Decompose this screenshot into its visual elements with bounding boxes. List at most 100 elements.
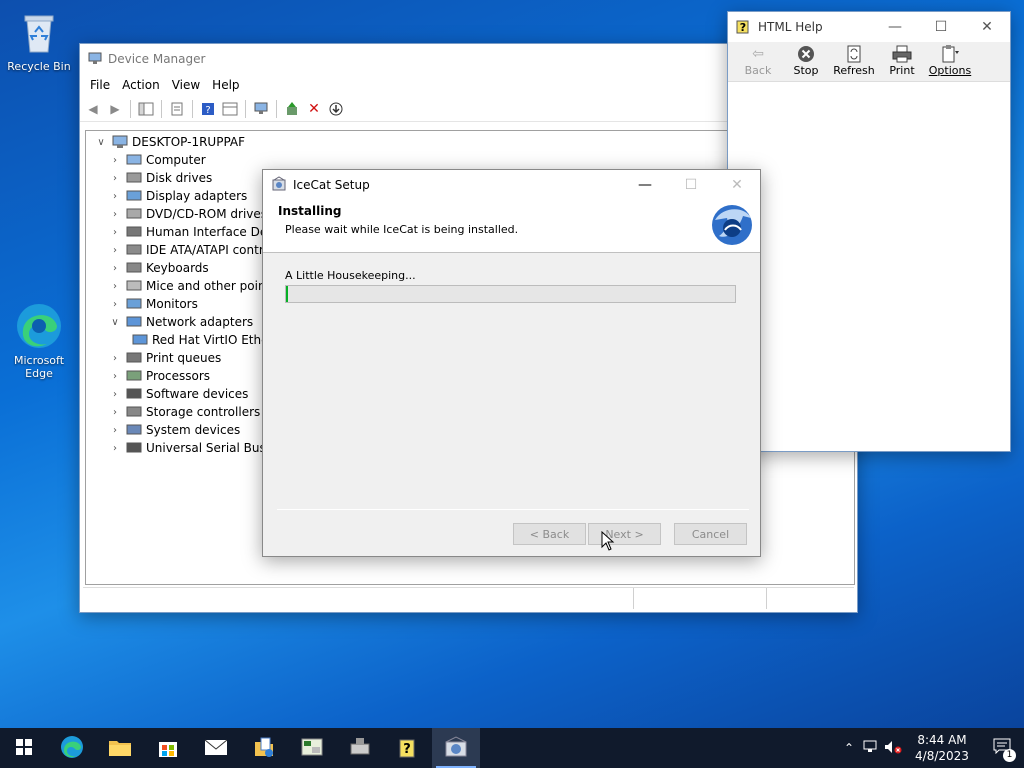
install-status-text: A Little Housekeeping... — [285, 269, 416, 282]
html-help-titlebar[interactable]: ? HTML Help — ☐ ✕ — [728, 12, 1010, 42]
edge-desktop-icon[interactable]: Microsoft Edge — [4, 302, 74, 380]
taskbar-file-manager[interactable] — [240, 728, 288, 768]
expand-chevron-icon[interactable]: › — [108, 353, 122, 364]
back-arrow-icon: ⇦ — [752, 46, 764, 62]
forward-arrow-icon[interactable]: ▶ — [106, 100, 124, 118]
expand-chevron-icon[interactable]: › — [108, 155, 122, 166]
expand-chevron-icon[interactable]: › — [108, 245, 122, 256]
setup-titlebar[interactable]: IceCat Setup — ☐ ✕ — [263, 170, 760, 200]
expand-chevron-icon[interactable]: › — [108, 389, 122, 400]
icecat-setup-dialog: IceCat Setup — ☐ ✕ Installing Please wai… — [262, 169, 761, 557]
tree-item-label: DVD/CD-ROM drives — [146, 207, 268, 221]
device-category-icon — [126, 297, 142, 311]
expand-chevron-icon[interactable]: › — [108, 443, 122, 454]
tree-item-label: Human Interface Devi — [146, 225, 278, 239]
show-hide-console-tree-icon[interactable] — [137, 100, 155, 118]
printer-icon — [878, 44, 926, 64]
taskbar-store[interactable] — [144, 728, 192, 768]
close-button[interactable]: ✕ — [964, 12, 1010, 42]
taskbar-device-manager[interactable] — [288, 728, 336, 768]
computer-root-icon — [112, 135, 128, 149]
maximize-button[interactable]: ☐ — [918, 12, 964, 42]
minimize-button[interactable]: — — [872, 12, 918, 42]
device-category-icon — [126, 351, 142, 365]
help-stop-label: Stop — [793, 64, 819, 77]
device-category-icon — [126, 315, 142, 329]
expand-chevron-icon[interactable]: › — [108, 209, 122, 220]
back-button[interactable]: < Back — [513, 523, 586, 545]
minimize-button[interactable]: — — [622, 170, 668, 200]
menu-help[interactable]: Help — [206, 78, 245, 92]
update-driver-icon[interactable] — [283, 100, 301, 118]
help-back-button[interactable]: ⇦ Back — [734, 42, 782, 77]
start-button[interactable] — [0, 728, 48, 768]
button-separator — [277, 509, 749, 510]
expand-chevron-icon[interactable]: › — [108, 425, 122, 436]
help-icon[interactable]: ? — [199, 100, 217, 118]
expand-chevron-icon[interactable]: › — [108, 263, 122, 274]
taskbar-clock[interactable]: 8:44 AM 4/8/2023 — [904, 732, 980, 764]
network-icon[interactable] — [860, 740, 882, 757]
chevron-up-icon[interactable]: ⌃ — [838, 741, 860, 755]
menu-action[interactable]: Action — [116, 78, 166, 92]
device-category-icon — [126, 423, 142, 437]
taskbar-icecat-setup[interactable] — [432, 728, 480, 768]
expand-chevron-icon[interactable]: › — [108, 371, 122, 382]
expand-chevron-icon[interactable]: › — [108, 227, 122, 238]
properties-icon[interactable] — [168, 100, 186, 118]
folder-icon — [108, 737, 132, 760]
options-icon — [926, 44, 974, 64]
action-pane-icon[interactable] — [221, 100, 239, 118]
install-progress-bar — [285, 285, 736, 303]
tree-item-label: Print queues — [146, 351, 222, 365]
recycle-bin-icon — [15, 8, 63, 56]
status-cell — [767, 588, 854, 609]
toolbar-separator — [130, 99, 131, 118]
tree-item-label: Mice and other pointi — [146, 279, 274, 293]
enable-device-icon[interactable] — [327, 100, 345, 118]
tree-root-label: DESKTOP-1RUPPAF — [132, 135, 246, 149]
back-arrow-icon[interactable]: ◀ — [84, 100, 102, 118]
help-stop-button[interactable]: Stop — [782, 42, 830, 77]
notification-center-button[interactable]: 1 — [980, 738, 1024, 762]
device-category-icon — [126, 153, 142, 167]
document-folder-icon — [253, 736, 275, 761]
uninstall-device-icon[interactable]: ✕ — [305, 100, 323, 118]
expand-chevron-icon[interactable]: › — [108, 299, 122, 310]
device-category-icon — [126, 279, 142, 293]
recycle-bin-desktop-icon[interactable]: Recycle Bin — [4, 8, 74, 73]
taskbar-hardware[interactable] — [336, 728, 384, 768]
expand-chevron-icon[interactable]: › — [108, 281, 122, 292]
taskbar-mail[interactable] — [192, 728, 240, 768]
next-button[interactable]: Next > — [588, 523, 661, 545]
expand-chevron-icon[interactable]: › — [108, 191, 122, 202]
hardware-icon — [348, 736, 372, 761]
edge-icon — [60, 735, 84, 762]
volume-muted-icon[interactable] — [882, 740, 904, 757]
taskbar-html-help[interactable]: ? — [384, 728, 432, 768]
help-print-button[interactable]: Print — [878, 42, 926, 77]
device-manager-app-icon — [88, 51, 102, 68]
setup-subheading: Please wait while IceCat is being instal… — [285, 223, 519, 236]
collapse-chevron-icon[interactable]: ∨ — [108, 317, 122, 328]
menu-view[interactable]: View — [166, 78, 206, 92]
svg-text:?: ? — [205, 105, 210, 116]
taskbar-file-explorer[interactable] — [96, 728, 144, 768]
help-document-icon: ? — [397, 736, 419, 761]
expand-chevron-icon[interactable]: › — [108, 173, 122, 184]
menu-file[interactable]: File — [84, 78, 116, 92]
icecat-logo-icon — [709, 202, 755, 248]
collapse-chevron-icon[interactable]: ∨ — [94, 137, 108, 148]
device-category-icon — [132, 333, 148, 347]
status-cell — [83, 588, 634, 609]
setup-header: Installing Please wait while IceCat is b… — [263, 200, 760, 253]
clock-date: 4/8/2023 — [915, 749, 969, 763]
help-refresh-button[interactable]: Refresh — [830, 42, 878, 77]
help-options-button[interactable]: Options — [926, 42, 974, 77]
tree-item-label: IDE ATA/ATAPI control — [146, 243, 275, 257]
cancel-button[interactable]: Cancel — [674, 523, 747, 545]
expand-chevron-icon[interactable]: › — [108, 407, 122, 418]
taskbar-edge[interactable] — [48, 728, 96, 768]
edge-label-line2: Edge — [25, 367, 53, 380]
scan-hardware-icon[interactable] — [252, 100, 270, 118]
